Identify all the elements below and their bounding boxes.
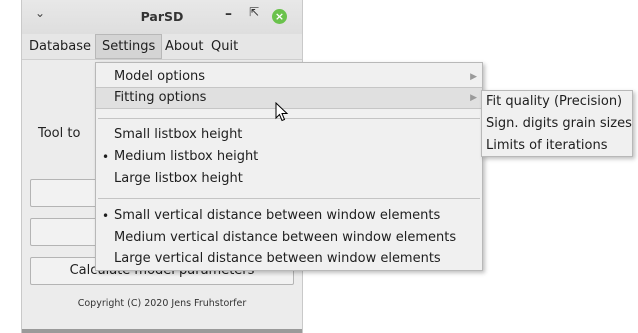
menu-item-label: Small vertical distance between window e… [114,208,441,223]
menu-item-label: Large listbox height [114,171,243,186]
fitting-options-submenu: Fit quality (Precision) Sign. digits gra… [481,90,633,157]
submenu-item-iteration-limits[interactable]: Limits of iterations [486,135,608,157]
menu-about[interactable]: About [159,34,209,59]
maximize-icon[interactable]: ⇱ [249,5,259,19]
menu-settings[interactable]: Settings [95,34,163,59]
menu-item-label: Model options [114,69,206,84]
menu-item-fitting-options[interactable]: Fitting options ▶ [96,87,482,109]
submenu-arrow-icon: ▶ [470,93,477,103]
menu-bar: Database Settings About Quit [22,34,302,60]
menu-item-medium-listbox[interactable]: • Medium listbox height [96,146,482,168]
copyright-text: Copyright (C) 2020 Jens Fruhstorfer [77,298,247,309]
menu-item-label: Small listbox height [114,127,243,142]
menu-item-label: Fitting options [114,90,207,105]
submenu-item-sign-digits[interactable]: Sign. digits grain sizes [486,113,632,135]
menu-item-small-distance[interactable]: • Small vertical distance between window… [96,205,482,227]
menu-separator [98,118,480,119]
menu-item-label: Medium listbox height [114,149,259,164]
menu-item-medium-distance[interactable]: Medium vertical distance between window … [96,227,482,249]
selected-bullet-icon: • [102,209,110,223]
settings-dropdown: Model options ▶ Fitting options ▶ Small … [95,62,483,271]
menu-item-label: Large vertical distance between window e… [114,251,441,266]
submenu-arrow-icon: ▶ [470,72,477,82]
minimize-icon[interactable]: – [225,6,232,22]
submenu-item-fit-quality[interactable]: Fit quality (Precision) [486,91,622,113]
menu-quit[interactable]: Quit [205,34,244,59]
menu-separator [98,198,480,199]
selected-bullet-icon: • [102,150,110,164]
menu-item-small-listbox[interactable]: Small listbox height [96,124,482,146]
title-bar[interactable]: ⌄ ParSD – ⇱ × [22,0,302,34]
menu-item-large-listbox[interactable]: Large listbox height [96,168,482,190]
window-title: ParSD [140,9,184,24]
mouse-pointer-icon [275,102,289,122]
menu-item-model-options[interactable]: Model options ▶ [96,66,482,88]
menu-database[interactable]: Database [23,34,97,59]
close-icon[interactable]: × [272,9,287,24]
menu-item-label: Medium vertical distance between window … [114,230,457,245]
menu-item-large-distance[interactable]: Large vertical distance between window e… [96,248,482,270]
tool-description: Tool to [38,126,81,141]
bottom-border [22,329,302,333]
